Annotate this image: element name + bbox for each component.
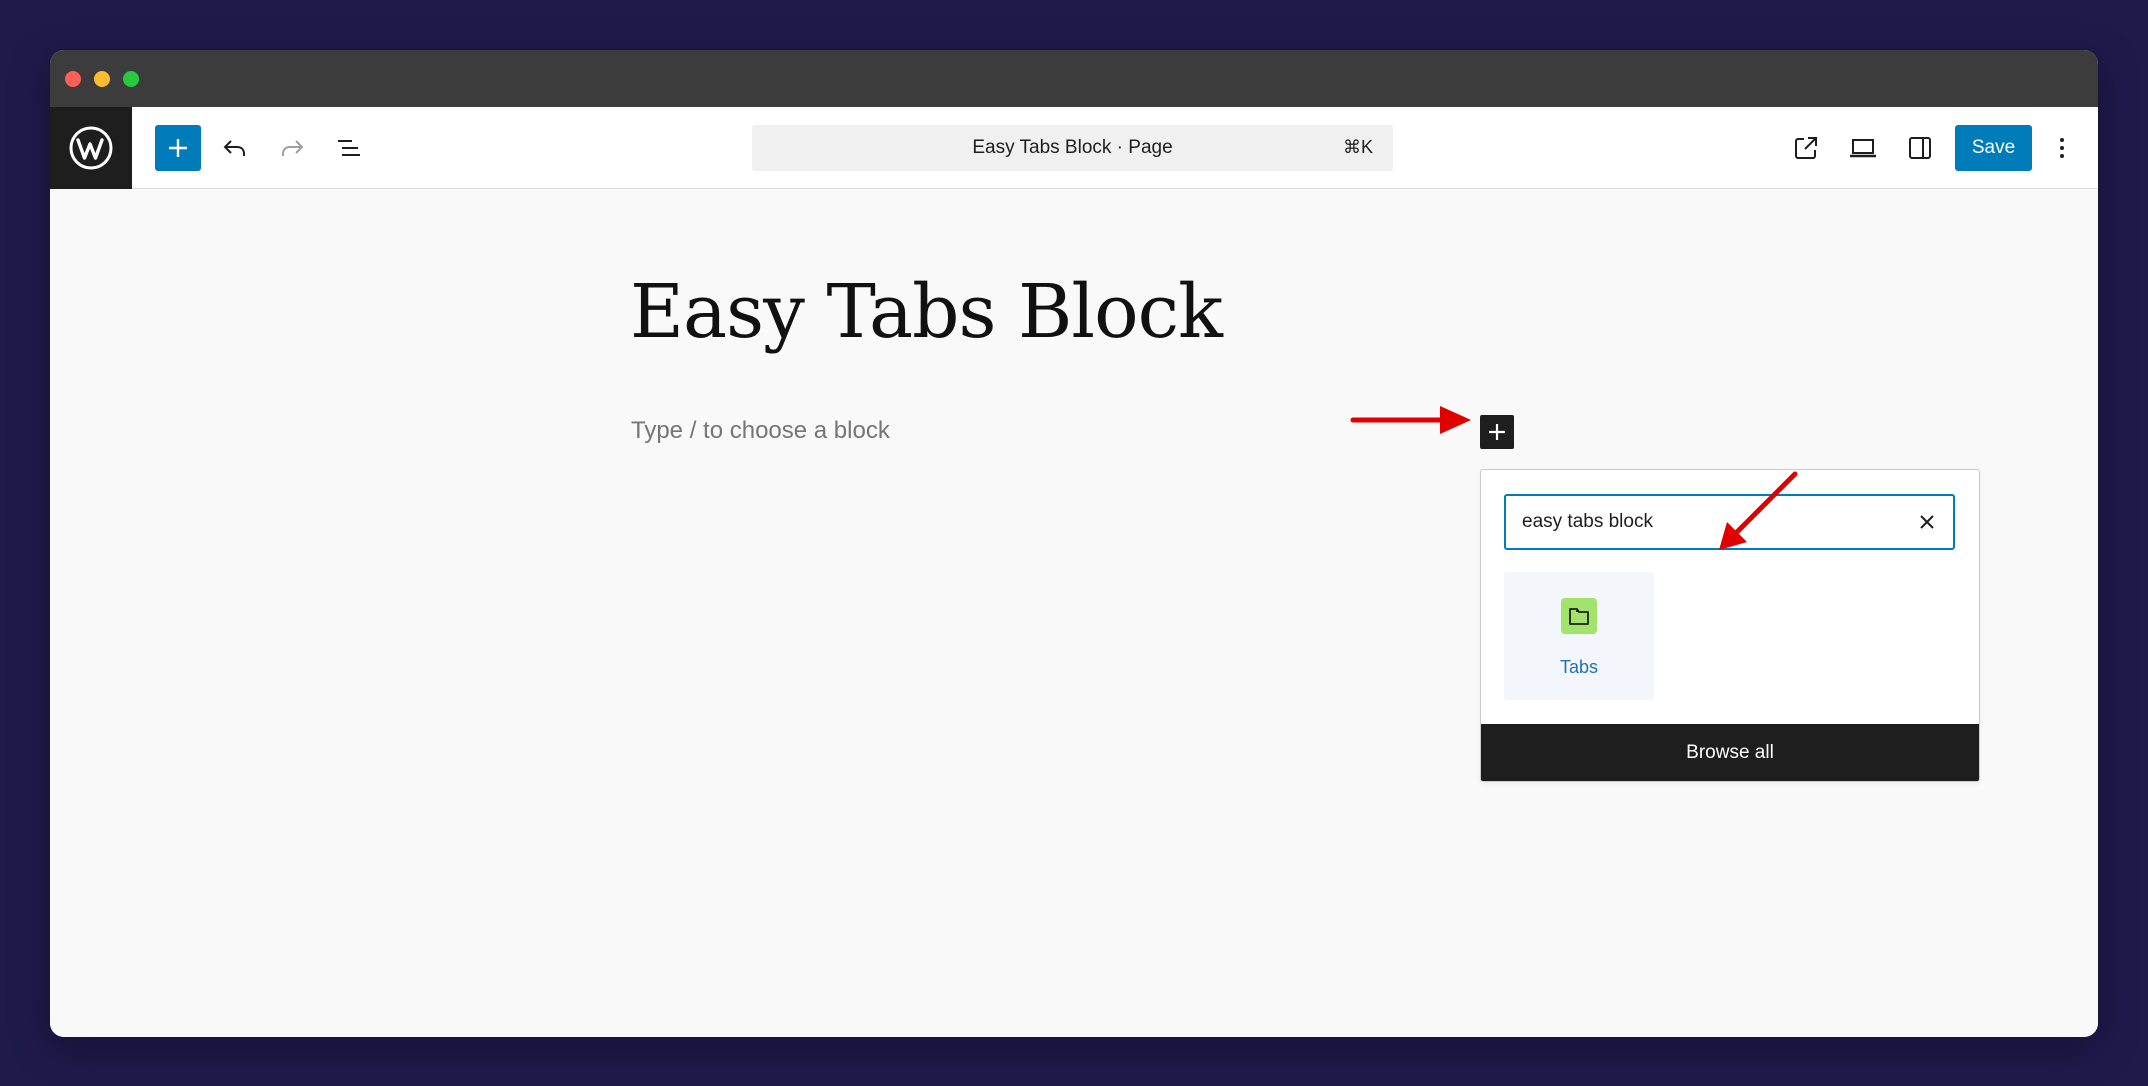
wordpress-logo-button[interactable] <box>50 107 132 189</box>
annotation-arrow-right <box>1350 406 1471 434</box>
command-shortcut-hint: ⌘K <box>1342 137 1373 157</box>
desktop-icon <box>1850 139 1876 158</box>
block-result-tabs[interactable]: Tabs <box>1504 572 1654 700</box>
view-page-button[interactable] <box>1783 125 1829 171</box>
list-view-icon <box>338 140 360 156</box>
browse-all-button[interactable]: Browse all <box>1481 724 1979 781</box>
close-window-button[interactable] <box>65 71 81 87</box>
sidebar-icon <box>1909 137 1931 159</box>
minimize-window-button[interactable] <box>94 71 110 87</box>
block-inserter-toggle[interactable] <box>155 125 201 171</box>
default-block-appender[interactable]: Type / to choose a block <box>631 417 890 445</box>
window-titlebar <box>50 50 2098 107</box>
browser-window: Easy Tabs Block · Page ⌘K Save Easy Tabs… <box>50 50 2098 1037</box>
close-icon <box>1920 515 1934 529</box>
device-preview-button[interactable] <box>1840 125 1886 171</box>
post-title[interactable]: Easy Tabs Block <box>630 269 1223 355</box>
block-inserter-button[interactable] <box>1480 415 1514 449</box>
annotation-arrow-diagonal <box>1719 471 1798 550</box>
undo-button[interactable] <box>212 125 258 171</box>
redo-button[interactable] <box>269 125 315 171</box>
editor-canvas: Easy Tabs Block Type / to choose a block <box>50 189 2098 1037</box>
external-link-icon <box>1795 137 1817 159</box>
wordpress-logo-icon <box>69 126 113 170</box>
redo-icon <box>282 140 304 156</box>
settings-sidebar-button[interactable] <box>1897 125 1943 171</box>
more-vertical-icon <box>2060 138 2064 158</box>
document-overview-button[interactable] <box>326 125 372 171</box>
block-result-label: Tabs <box>1559 657 1599 677</box>
document-title: Easy Tabs Block · Page <box>972 137 1173 158</box>
folder-icon <box>1561 598 1597 634</box>
plus-icon <box>1489 424 1505 440</box>
editor-toolbar: Easy Tabs Block · Page ⌘K Save <box>50 107 2098 189</box>
save-button[interactable]: Save <box>1955 125 2032 171</box>
command-palette-bar[interactable]: Easy Tabs Block · Page ⌘K <box>752 125 1393 171</box>
options-menu-button[interactable] <box>2042 125 2082 171</box>
undo-icon <box>223 140 245 156</box>
plus-icon <box>169 139 187 157</box>
maximize-window-button[interactable] <box>123 71 139 87</box>
clear-search-button[interactable] <box>1913 508 1941 536</box>
